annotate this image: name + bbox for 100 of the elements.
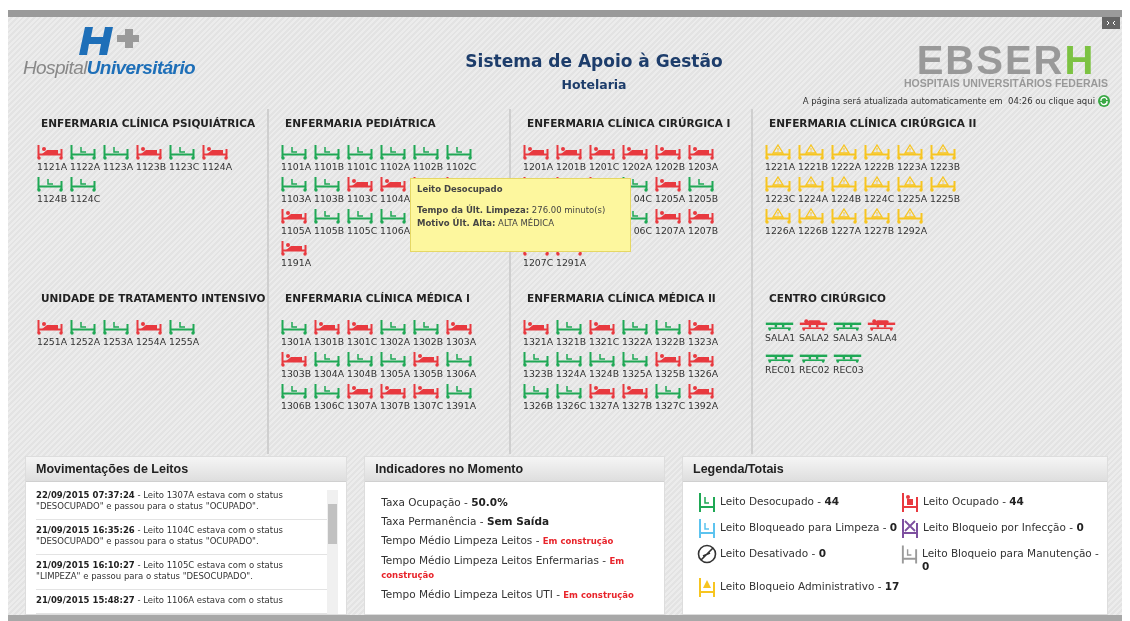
warning-bed-icon[interactable] [930, 144, 956, 160]
occupied-bed-icon[interactable] [688, 144, 714, 160]
empty-bed-icon[interactable] [347, 351, 373, 367]
occupied-bed-icon[interactable] [347, 319, 373, 335]
warning-bed-icon[interactable] [765, 144, 791, 160]
empty-bed-icon[interactable] [688, 176, 714, 192]
occupied-bed-icon[interactable] [688, 383, 714, 399]
occupied-bed-icon[interactable] [380, 383, 406, 399]
occupied-bed-icon[interactable] [314, 319, 340, 335]
empty-bed-icon[interactable] [655, 383, 681, 399]
refresh-notice: A página será atualizada automaticamente em 04:26 ou clique aqui [802, 95, 1095, 106]
occupied-bed-icon[interactable] [655, 144, 681, 160]
warning-bed-icon[interactable] [897, 208, 923, 224]
refresh-icon[interactable] [1098, 94, 1110, 107]
occupied-bed-icon[interactable] [589, 319, 615, 335]
warning-bed-icon[interactable] [831, 208, 857, 224]
empty-bed-icon[interactable] [523, 383, 549, 399]
empty-bed-icon[interactable] [281, 319, 307, 335]
empty-bed-icon[interactable] [347, 144, 373, 160]
empty-bed-icon[interactable] [622, 319, 648, 335]
occupied-bed-icon[interactable] [688, 351, 714, 367]
empty-bed-icon[interactable] [622, 351, 648, 367]
occupied-bed-icon[interactable] [413, 351, 439, 367]
empty-bed-icon[interactable] [380, 319, 406, 335]
warning-bed-icon[interactable] [798, 144, 824, 160]
occupied-bed-icon[interactable] [136, 144, 162, 160]
occupied-bed-icon[interactable] [688, 319, 714, 335]
empty-bed-icon[interactable] [281, 144, 307, 160]
occupied-bed-icon[interactable] [655, 176, 681, 192]
empty-bed-icon[interactable] [314, 351, 340, 367]
empty-bed-icon[interactable] [314, 144, 340, 160]
empty-bed-icon[interactable] [103, 319, 129, 335]
empty-bed-icon[interactable] [70, 144, 96, 160]
warning-bed-icon[interactable] [897, 176, 923, 192]
empty-bed-icon[interactable] [446, 383, 472, 399]
occupied-bed-icon[interactable] [37, 144, 63, 160]
empty-bed-icon[interactable] [556, 319, 582, 335]
empty-bed-icon[interactable] [169, 144, 195, 160]
scrollbar[interactable] [327, 490, 339, 614]
empty-bed-icon[interactable] [314, 176, 340, 192]
occupied-bed-icon[interactable] [136, 319, 162, 335]
empty-bed-icon[interactable] [655, 319, 681, 335]
occupied-bed-icon[interactable] [37, 319, 63, 335]
occupied-bed-icon[interactable] [655, 208, 681, 224]
empty-bed-icon[interactable] [446, 351, 472, 367]
empty-bed-icon[interactable] [314, 383, 340, 399]
empty-bed-icon[interactable] [70, 176, 96, 192]
occupied-bed-icon[interactable] [413, 383, 439, 399]
occupied-bed-icon[interactable] [202, 144, 228, 160]
empty-bed-icon[interactable] [281, 383, 307, 399]
empty-bed-icon[interactable] [589, 351, 615, 367]
occupied-bed-icon[interactable] [523, 144, 549, 160]
occupied-bed-icon[interactable] [347, 176, 373, 192]
occupied-bed-icon[interactable] [589, 383, 615, 399]
occupied-bed-icon[interactable] [622, 383, 648, 399]
empty-bed-icon[interactable] [523, 351, 549, 367]
empty-bed-icon[interactable] [70, 319, 96, 335]
empty-bed-icon[interactable] [169, 319, 195, 335]
occupied-bed-icon[interactable] [281, 208, 307, 224]
warning-bed-icon[interactable] [930, 176, 956, 192]
empty-bed-icon[interactable] [413, 319, 439, 335]
empty-bed-icon[interactable] [413, 144, 439, 160]
warning-bed-icon[interactable] [831, 176, 857, 192]
empty-bed-icon[interactable] [446, 144, 472, 160]
warning-bed-icon[interactable] [765, 208, 791, 224]
occupied-bed-icon[interactable] [380, 176, 406, 192]
occupied-bed-icon[interactable] [688, 208, 714, 224]
occupied-bed-icon[interactable] [556, 144, 582, 160]
empty-bed-icon[interactable] [380, 144, 406, 160]
collapse-button[interactable] [1102, 17, 1120, 29]
warning-bed-icon[interactable] [831, 144, 857, 160]
empty-bed-icon[interactable] [347, 208, 373, 224]
empty-bed-icon[interactable] [37, 176, 63, 192]
occupied-bed-icon[interactable] [446, 319, 472, 335]
warning-bed-icon[interactable] [798, 176, 824, 192]
warning-bed-icon[interactable] [864, 208, 890, 224]
legend-label: Leito Bloqueado para Limpeza - 0 [720, 520, 898, 534]
occupied-bed-icon[interactable] [622, 144, 648, 160]
empty-bed-icon[interactable] [380, 351, 406, 367]
occupied-bed-icon[interactable] [655, 351, 681, 367]
warning-bed-icon[interactable] [864, 144, 890, 160]
empty-bed-icon[interactable] [556, 351, 582, 367]
bed-number: 1201B [556, 161, 587, 172]
occupied-stretcher-icon[interactable] [799, 319, 828, 331]
empty-bed-icon[interactable] [314, 208, 340, 224]
warning-bed-icon[interactable] [897, 144, 923, 160]
occupied-bed-icon[interactable] [523, 319, 549, 335]
occupied-stretcher-icon[interactable] [867, 319, 896, 331]
warning-bed-icon[interactable] [798, 208, 824, 224]
ward-title: UNIDADE DE TRATAMENTO INTENSIVO [41, 292, 267, 304]
empty-bed-icon[interactable] [103, 144, 129, 160]
empty-bed-icon[interactable] [556, 383, 582, 399]
empty-bed-icon[interactable] [380, 208, 406, 224]
occupied-bed-icon[interactable] [281, 351, 307, 367]
warning-bed-icon[interactable] [765, 176, 791, 192]
empty-bed-icon[interactable] [281, 176, 307, 192]
occupied-bed-icon[interactable] [281, 240, 307, 256]
warning-bed-icon[interactable] [864, 176, 890, 192]
occupied-bed-icon[interactable] [589, 144, 615, 160]
occupied-bed-icon[interactable] [347, 383, 373, 399]
